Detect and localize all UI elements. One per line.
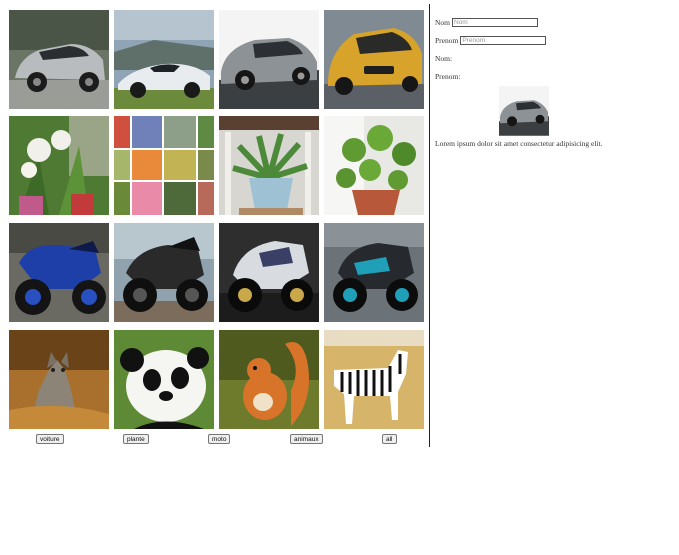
gallery-tile[interactable] (219, 330, 319, 429)
yellow-hatchback-icon (324, 10, 424, 109)
prenom-input[interactable] (460, 35, 547, 45)
white-supercar-icon (114, 10, 214, 109)
gallery-tile[interactable] (114, 116, 214, 215)
filter-animaux-button[interactable]: animaux (290, 434, 323, 444)
vertical-divider (429, 4, 430, 447)
nom-label: Nom (435, 17, 450, 27)
nom-input[interactable] (452, 17, 538, 27)
gallery-tile[interactable] (219, 223, 319, 322)
grey-sedan-icon (499, 86, 549, 136)
prenom-label: Prenom (435, 35, 459, 45)
grey-sedan-icon (219, 10, 319, 109)
gallery-tile[interactable] (114, 10, 214, 109)
gallery-tile[interactable] (9, 10, 109, 109)
gallery-tile[interactable] (324, 10, 424, 109)
nom-display-row: Nom: (435, 52, 675, 64)
filter-moto-button[interactable]: moto (208, 434, 231, 444)
nom-display-label: Nom: (435, 53, 453, 63)
panda-icon (114, 330, 214, 429)
gallery-tile[interactable] (9, 223, 109, 322)
squirrel-icon (219, 330, 319, 429)
filter-all-button[interactable]: all (382, 434, 397, 444)
black-motorcycle-icon (114, 223, 214, 322)
selected-image-preview (499, 86, 549, 136)
prenom-display-row: Prenom: (435, 70, 675, 82)
zebra-icon (324, 330, 424, 429)
gallery-tile[interactable] (219, 116, 319, 215)
pilea-plant-icon (324, 116, 424, 215)
prenom-row: Prenom (435, 34, 675, 46)
cyan-motorcycle-icon (324, 223, 424, 322)
gallery-tile[interactable] (9, 116, 109, 215)
gallery-tile[interactable] (324, 223, 424, 322)
lily-plants-icon (9, 116, 109, 215)
gallery-tile[interactable] (324, 330, 424, 429)
gallery-tile[interactable] (9, 330, 109, 429)
gallery-tile[interactable] (114, 330, 214, 429)
white-sedan-icon (9, 10, 109, 109)
gallery-tile[interactable] (324, 116, 424, 215)
white-motorcycle-icon (219, 223, 319, 322)
gallery-tile[interactable] (114, 223, 214, 322)
gallery-tile[interactable] (219, 10, 319, 109)
info-panel: Nom Prenom Nom: Prenom: Lorem ipsum dolo… (435, 16, 675, 148)
filter-plante-button[interactable]: plante (123, 434, 149, 444)
filter-voiture-button[interactable]: voiture (36, 434, 64, 444)
category-filter-bar: voiture plante moto animaux all (0, 434, 420, 446)
wolf-icon (9, 330, 109, 429)
nom-row: Nom (435, 16, 675, 28)
prenom-display-label: Prenom: (435, 71, 461, 81)
flower-collage-icon (114, 116, 214, 215)
blue-motorcycle-icon (9, 223, 109, 322)
description-text: Lorem ipsum dolor sit amet consectetur a… (435, 139, 603, 148)
potted-plant-icon (219, 116, 319, 215)
